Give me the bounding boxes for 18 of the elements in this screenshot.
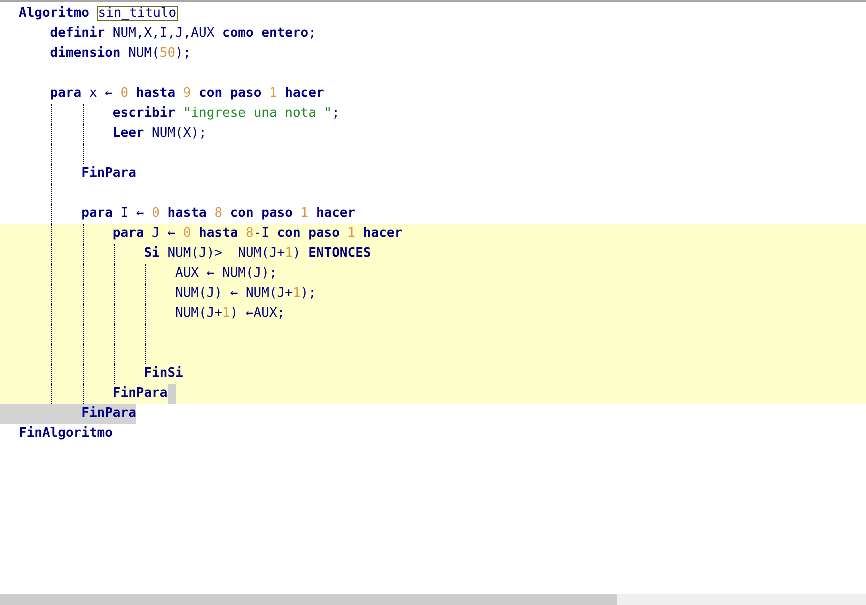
code-line: definir NUM,X,I,J,AUX como entero; <box>49 25 316 43</box>
code-line: para J ← 0 hasta 8-I con paso 1 hacer <box>112 225 403 243</box>
code-line: NUM(J+1) ←AUX; <box>174 305 286 323</box>
code-line: NUM(J) ← NUM(J+1); <box>174 285 316 303</box>
code-line: escribir "ingrese una nota "; <box>112 105 340 123</box>
code-line: para x ← 0 hasta 9 con paso 1 hacer <box>49 85 324 103</box>
code-line: FinAlgoritmo <box>19 425 113 443</box>
code-line: dimension NUM(50); <box>49 45 192 63</box>
code-line: FinSi <box>143 365 184 383</box>
code-line: FinPara <box>112 385 168 403</box>
horizontal-scrollbar[interactable] <box>0 594 866 605</box>
code-line: Si NUM(J)> NUM(J+1) ENTONCES <box>143 245 372 263</box>
code-line: Algoritmo sin_titulo <box>19 5 178 23</box>
scrollbar-thumb[interactable] <box>0 594 617 605</box>
code-line: AUX ← NUM(J); <box>174 265 278 283</box>
code-line: FinPara <box>80 165 136 183</box>
code-line: para I ← 0 hasta 8 con paso 1 hacer <box>80 205 356 223</box>
code-line: Leer NUM(X); <box>112 125 207 143</box>
